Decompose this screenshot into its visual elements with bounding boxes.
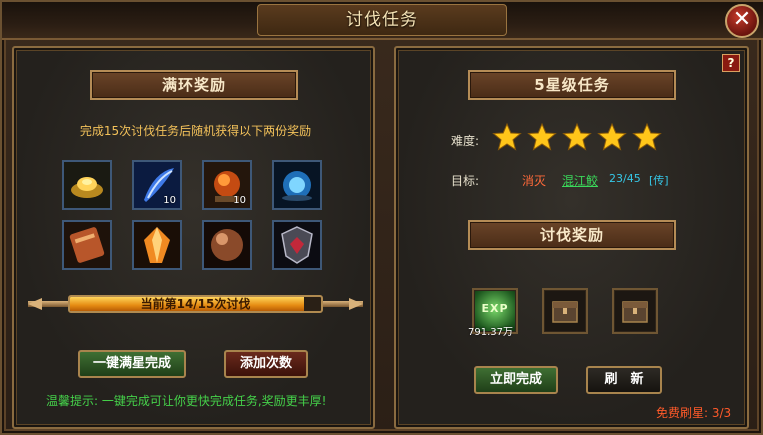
complete-now-button[interactable]: 立即完成 xyxy=(474,366,558,394)
target-label: 目标: xyxy=(451,174,480,188)
reward-slot-7[interactable] xyxy=(202,220,252,270)
progress-label: 当前第14/15次讨伐 xyxy=(140,297,251,311)
quest-star-header: 5星级任务 xyxy=(468,70,676,100)
blue-orb-icon xyxy=(274,162,320,208)
teleport-link[interactable]: [传] xyxy=(649,172,669,188)
exp-amount: 791.37万 xyxy=(468,327,513,338)
reward-slot-2[interactable]: 10 xyxy=(132,160,182,210)
reward-slot-1[interactable] xyxy=(62,160,112,210)
shield-emblem-icon xyxy=(274,222,320,268)
scroll-icon xyxy=(64,222,110,268)
exp-icon: EXP xyxy=(481,302,509,315)
reward-slot-6[interactable] xyxy=(132,220,182,270)
quest-progress: 当前第14/15次讨伐 xyxy=(28,293,363,315)
treasure-chest-icon xyxy=(622,301,648,323)
quest-window: 讨伐任务 ✕ 满环奖励 完成15次讨伐任务后随机获得以下两份奖励 10 10 当… xyxy=(0,0,763,435)
loop-reward-description: 完成15次讨伐任务后随机获得以下两份奖励 xyxy=(79,124,312,138)
loop-reward-panel: 满环奖励 完成15次讨伐任务后随机获得以下两份奖励 10 10 当前第14/15… xyxy=(12,46,375,429)
star-icon xyxy=(597,122,627,151)
reward-count: 10 xyxy=(163,195,176,206)
reward-chest-slot-1[interactable] xyxy=(542,288,588,334)
target-progress: 23/45 xyxy=(609,172,641,185)
star-icon xyxy=(632,122,662,151)
refresh-button[interactable]: 刷 新 xyxy=(586,366,662,394)
gold-ingot-icon xyxy=(64,162,110,208)
target-monster-link[interactable]: 混江鲛 xyxy=(562,172,598,189)
help-button[interactable]: ? xyxy=(722,54,740,72)
add-times-button[interactable]: 添加次数 xyxy=(224,350,308,378)
bronze-orb-icon xyxy=(204,222,250,268)
star-icon xyxy=(562,122,592,151)
target-verb: 消灭 xyxy=(522,174,547,188)
window-title: 讨伐任务 xyxy=(257,4,507,36)
reward-chest-slot-2[interactable] xyxy=(612,288,658,334)
reward-slot-4[interactable] xyxy=(272,160,322,210)
reward-slot-3[interactable]: 10 xyxy=(202,160,252,210)
close-button[interactable]: ✕ xyxy=(725,4,759,38)
tip-text: 温馨提示: 一键完成可让你更快完成任务,奖励更丰厚! xyxy=(46,394,327,408)
free-refresh-count: 免费刷星: 3/3 xyxy=(656,406,732,420)
progress-track: 当前第14/15次讨伐 xyxy=(68,295,323,313)
quest-detail-panel: ? 5星级任务 难度: 目标: 消灭 混江鲛 23/45 [传] 讨伐奖励 EX… xyxy=(394,46,749,429)
loop-reward-header: 满环奖励 xyxy=(90,70,298,100)
reward-slot-5[interactable] xyxy=(62,220,112,270)
star-icon xyxy=(492,122,522,151)
crystal-icon xyxy=(134,222,180,268)
star-icon xyxy=(527,122,557,151)
title-bar: 讨伐任务 ✕ xyxy=(2,2,763,40)
treasure-chest-icon xyxy=(552,301,578,323)
reward-count: 10 xyxy=(233,195,246,206)
difficulty-label: 难度: xyxy=(451,134,480,148)
complete-all-button[interactable]: 一键满星完成 xyxy=(78,350,186,378)
reward-slot-8[interactable] xyxy=(272,220,322,270)
difficulty-stars xyxy=(492,122,667,154)
quest-reward-header: 讨伐奖励 xyxy=(468,220,676,250)
